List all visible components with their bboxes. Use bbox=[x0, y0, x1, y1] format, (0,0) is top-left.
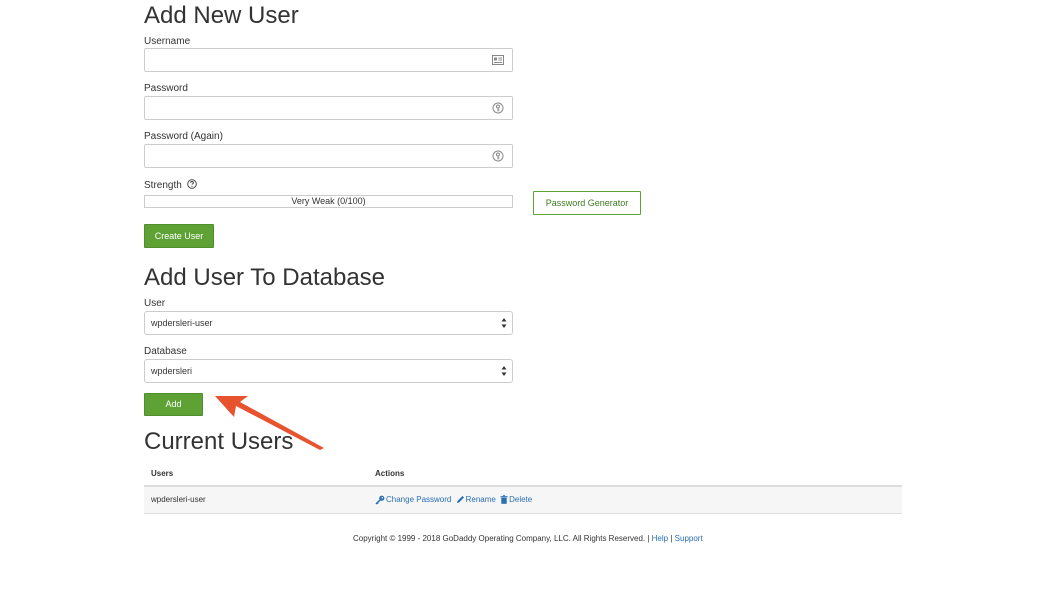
password-label: Password bbox=[144, 83, 188, 94]
rename-link[interactable]: Rename bbox=[456, 495, 498, 504]
password-field[interactable] bbox=[144, 96, 513, 120]
change-password-link[interactable]: Change Password bbox=[375, 494, 454, 505]
current-users-title: Current Users bbox=[144, 428, 294, 455]
user-select-value: wpdersleri-user bbox=[151, 318, 213, 328]
trash-icon bbox=[500, 495, 508, 505]
support-link[interactable]: Support bbox=[675, 534, 703, 543]
rename-label: Rename bbox=[465, 494, 496, 504]
key-icon bbox=[492, 150, 504, 162]
password-generator-button[interactable]: Password Generator bbox=[533, 191, 641, 215]
help-link[interactable]: Help bbox=[652, 534, 668, 543]
strength-text: Very Weak (0/100) bbox=[291, 196, 366, 206]
table-row: wpdersleri-user Change Password Rename D… bbox=[144, 486, 902, 514]
key-icon bbox=[492, 102, 504, 114]
footer-separator: | bbox=[670, 534, 673, 543]
database-select-label: Database bbox=[144, 346, 187, 357]
password-strength-meter: Very Weak (0/100) bbox=[144, 195, 513, 208]
users-table: Users Actions wpdersleri-user Change Pas… bbox=[144, 461, 902, 514]
strength-label-row: Strength bbox=[144, 179, 197, 191]
copyright-text: Copyright © 1999 - 2018 GoDaddy Operatin… bbox=[353, 534, 650, 543]
password-again-field[interactable] bbox=[144, 144, 513, 168]
password-again-label: Password (Again) bbox=[144, 131, 223, 142]
column-header-actions: Actions bbox=[368, 461, 902, 487]
user-cell: wpdersleri-user bbox=[144, 486, 368, 514]
add-button[interactable]: Add bbox=[144, 393, 203, 416]
database-select[interactable]: wpdersleri bbox=[144, 359, 513, 383]
create-user-button[interactable]: Create User bbox=[144, 224, 214, 248]
username-field[interactable] bbox=[144, 48, 513, 72]
up-down-caret-icon bbox=[501, 366, 507, 376]
page: Add New User Username Password Password … bbox=[0, 0, 1050, 591]
up-down-caret-icon bbox=[501, 318, 507, 328]
delete-label: Delete bbox=[509, 494, 533, 504]
footer: Copyright © 1999 - 2018 GoDaddy Operatin… bbox=[353, 534, 703, 543]
delete-link[interactable]: Delete bbox=[500, 494, 533, 505]
key-icon bbox=[375, 495, 385, 505]
pencil-icon bbox=[456, 496, 464, 504]
change-password-label: Change Password bbox=[386, 494, 452, 504]
strength-label: Strength bbox=[144, 180, 182, 191]
user-select-label: User bbox=[144, 298, 166, 309]
database-select-value: wpdersleri bbox=[151, 366, 193, 376]
username-label: Username bbox=[144, 36, 191, 47]
contact-card-icon bbox=[492, 55, 504, 65]
add-user-to-database-title: Add User To Database bbox=[144, 264, 386, 291]
column-header-users: Users bbox=[144, 461, 368, 487]
user-select[interactable]: wpdersleri-user bbox=[144, 311, 513, 335]
table-header-row: Users Actions bbox=[144, 461, 902, 487]
add-new-user-title: Add New User bbox=[144, 2, 299, 29]
actions-cell: Change Password Rename Delete bbox=[368, 486, 902, 514]
question-circle-icon[interactable] bbox=[186, 179, 197, 189]
